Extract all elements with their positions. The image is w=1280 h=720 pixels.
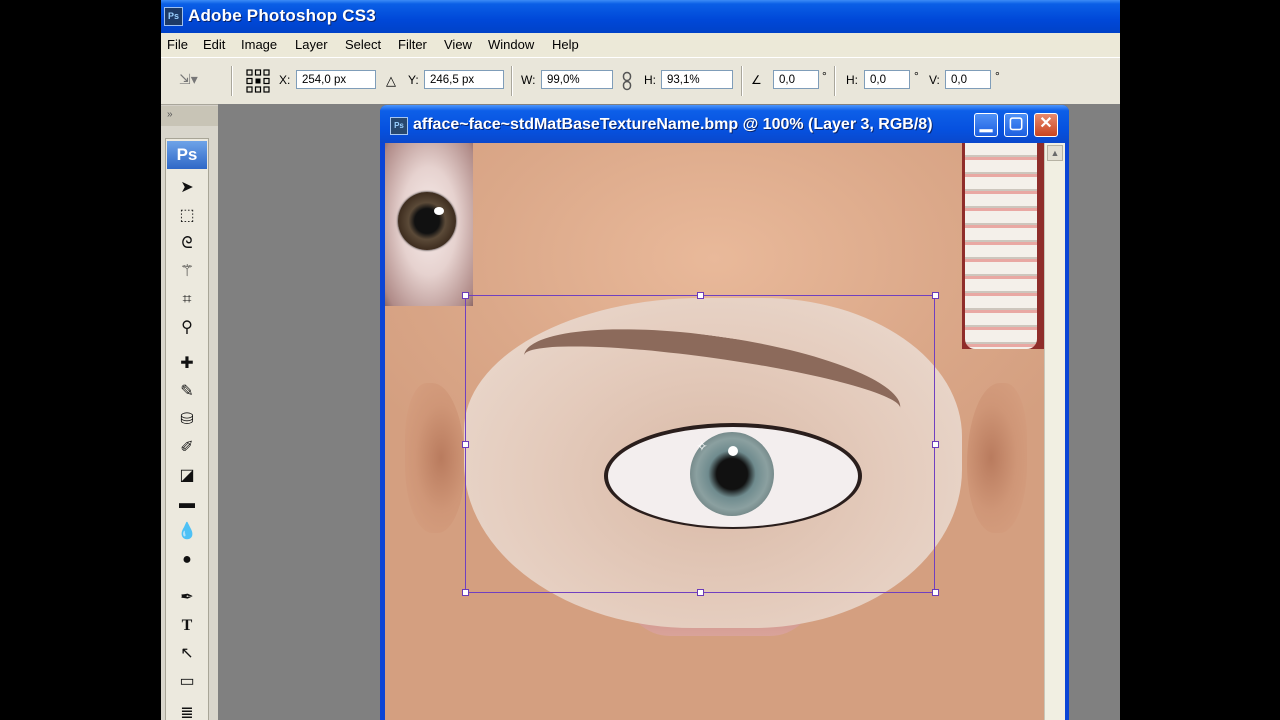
x-position-field[interactable]: 254,0 px bbox=[296, 70, 376, 89]
dodge-tool-icon[interactable]: ● bbox=[176, 549, 198, 571]
rotate-angle-icon: ∠ bbox=[751, 73, 762, 87]
options-separator bbox=[741, 66, 743, 96]
photoshop-logo[interactable]: Ps bbox=[167, 141, 207, 169]
eraser-tool-icon[interactable]: ◪ bbox=[176, 465, 198, 487]
options-separator bbox=[231, 66, 233, 96]
gradient-tool-icon[interactable]: ▬ bbox=[176, 493, 198, 515]
toolbox-collapse-icon[interactable]: » bbox=[167, 109, 173, 120]
move-tool-icon[interactable]: ➤ bbox=[176, 177, 198, 199]
menu-layer[interactable]: Layer bbox=[295, 37, 328, 52]
horizontal-skew-label: H: bbox=[846, 73, 858, 87]
document-window: Ps afface~face~stdMatBaseTextureName.bmp… bbox=[380, 105, 1069, 720]
menu-image[interactable]: Image bbox=[241, 37, 277, 52]
reference-point-locator-icon[interactable] bbox=[245, 68, 271, 94]
scroll-up-button[interactable]: ▲ bbox=[1047, 145, 1063, 161]
pen-tool-icon[interactable]: ✒ bbox=[176, 587, 198, 609]
toolbox-header[interactable]: » bbox=[161, 106, 218, 126]
vertical-skew-label: V: bbox=[929, 73, 940, 87]
marquee-tool-icon[interactable]: ⬚ bbox=[176, 205, 198, 227]
lasso-tool-icon[interactable]: ᘓ bbox=[176, 233, 198, 255]
degree-symbol: ° bbox=[822, 69, 827, 83]
right-ear bbox=[967, 383, 1027, 533]
menu-filter[interactable]: Filter bbox=[398, 37, 427, 52]
notes-tool-icon[interactable]: ≣ bbox=[176, 703, 198, 720]
transform-bounding-box[interactable]: ✧ ⤡ bbox=[462, 292, 939, 596]
menu-select[interactable]: Select bbox=[345, 37, 381, 52]
y-position-field[interactable]: 246,5 px bbox=[424, 70, 504, 89]
transform-handle-top-left[interactable] bbox=[462, 292, 469, 299]
options-bar: ⇲▾ X: 254,0 px △ Y: 246,5 px W: 99,0% H:… bbox=[161, 57, 1120, 105]
type-tool-icon[interactable]: T bbox=[176, 615, 198, 637]
teeth-texture bbox=[962, 143, 1044, 349]
maximize-button[interactable]: ▢ bbox=[1004, 113, 1028, 137]
horizontal-skew-field[interactable]: 0,0 bbox=[864, 70, 910, 89]
eyeball-iris bbox=[398, 192, 456, 250]
minimize-button[interactable]: ▁ bbox=[974, 113, 998, 137]
iris-highlight bbox=[434, 207, 444, 215]
transform-center-point-icon[interactable]: ✧ bbox=[696, 439, 708, 453]
close-button[interactable]: ✕ bbox=[1034, 113, 1058, 137]
photoshop-app: Ps Adobe Photoshop CS3 File Edit Image L… bbox=[161, 0, 1120, 720]
menu-view[interactable]: View bbox=[444, 37, 472, 52]
transform-handle-top[interactable] bbox=[697, 292, 704, 299]
transform-handle-bottom[interactable] bbox=[697, 589, 704, 596]
degree-symbol: ° bbox=[995, 69, 1000, 83]
eyedropper-tool-icon[interactable]: ⚲ bbox=[176, 317, 198, 339]
blur-tool-icon[interactable]: 💧 bbox=[176, 521, 198, 543]
width-scale-field[interactable]: 99,0% bbox=[541, 70, 613, 89]
document-title: afface~face~stdMatBaseTextureName.bmp @ … bbox=[413, 116, 933, 133]
photoshop-app-icon: Ps bbox=[164, 7, 183, 26]
w-label: W: bbox=[521, 73, 536, 87]
menu-edit[interactable]: Edit bbox=[203, 37, 225, 52]
clone-stamp-tool-icon[interactable]: ⛁ bbox=[176, 409, 198, 431]
document-icon: Ps bbox=[390, 117, 408, 135]
options-separator bbox=[511, 66, 513, 96]
healing-brush-tool-icon[interactable]: ✚ bbox=[176, 353, 198, 375]
vertical-skew-field[interactable]: 0,0 bbox=[945, 70, 991, 89]
transform-handle-bottom-left[interactable] bbox=[462, 589, 469, 596]
degree-symbol: ° bbox=[914, 69, 919, 83]
rotation-field[interactable]: 0,0 bbox=[773, 70, 819, 89]
transform-handle-right[interactable] bbox=[932, 441, 939, 448]
teeth-strip bbox=[965, 143, 1037, 349]
menu-window[interactable]: Window bbox=[488, 37, 534, 52]
vertical-scrollbar[interactable]: ▲ bbox=[1044, 143, 1065, 720]
transform-handle-bottom-right[interactable] bbox=[932, 589, 939, 596]
path-selection-tool-icon[interactable]: ↖ bbox=[176, 643, 198, 665]
tools-panel: Ps ➤ ⬚ ᘓ ⚚ ⌗ ⚲ ✚ ✎ ⛁ ✐ ◪ ▬ 💧 ● ✒ T ↖ ▭ ≣ bbox=[165, 138, 209, 720]
magic-wand-tool-icon[interactable]: ⚚ bbox=[176, 261, 198, 283]
history-brush-tool-icon[interactable]: ✐ bbox=[176, 437, 198, 459]
transform-handle-top-right[interactable] bbox=[932, 292, 939, 299]
brush-tool-icon[interactable]: ✎ bbox=[176, 381, 198, 403]
menu-file[interactable]: File bbox=[167, 37, 188, 52]
left-ear bbox=[405, 383, 465, 533]
h-label: H: bbox=[644, 73, 656, 87]
relative-position-icon[interactable]: △ bbox=[386, 73, 396, 89]
y-label: Y: bbox=[408, 73, 419, 87]
document-titlebar[interactable]: Ps afface~face~stdMatBaseTextureName.bmp… bbox=[380, 105, 1069, 143]
menu-bar: File Edit Image Layer Select Filter View… bbox=[161, 33, 1120, 57]
height-scale-field[interactable]: 93,1% bbox=[661, 70, 733, 89]
link-icon[interactable] bbox=[622, 71, 632, 91]
shape-tool-icon[interactable]: ▭ bbox=[176, 671, 198, 693]
menu-help[interactable]: Help bbox=[552, 37, 579, 52]
crop-tool-icon[interactable]: ⌗ bbox=[176, 289, 198, 311]
app-title: Adobe Photoshop CS3 bbox=[188, 6, 376, 25]
app-titlebar: Ps Adobe Photoshop CS3 bbox=[161, 0, 1120, 33]
eyeball-texture bbox=[385, 143, 473, 306]
transform-handle-left[interactable] bbox=[462, 441, 469, 448]
tool-preset-picker-icon[interactable]: ⇲▾ bbox=[179, 71, 201, 89]
options-separator bbox=[834, 66, 836, 96]
toolbox: » Ps ➤ ⬚ ᘓ ⚚ ⌗ ⚲ ✚ ✎ ⛁ ✐ ◪ ▬ 💧 ● ✒ T ↖ ▭… bbox=[161, 106, 218, 720]
image-canvas[interactable]: ✧ ⤡ bbox=[385, 143, 1044, 720]
x-label: X: bbox=[279, 73, 291, 87]
